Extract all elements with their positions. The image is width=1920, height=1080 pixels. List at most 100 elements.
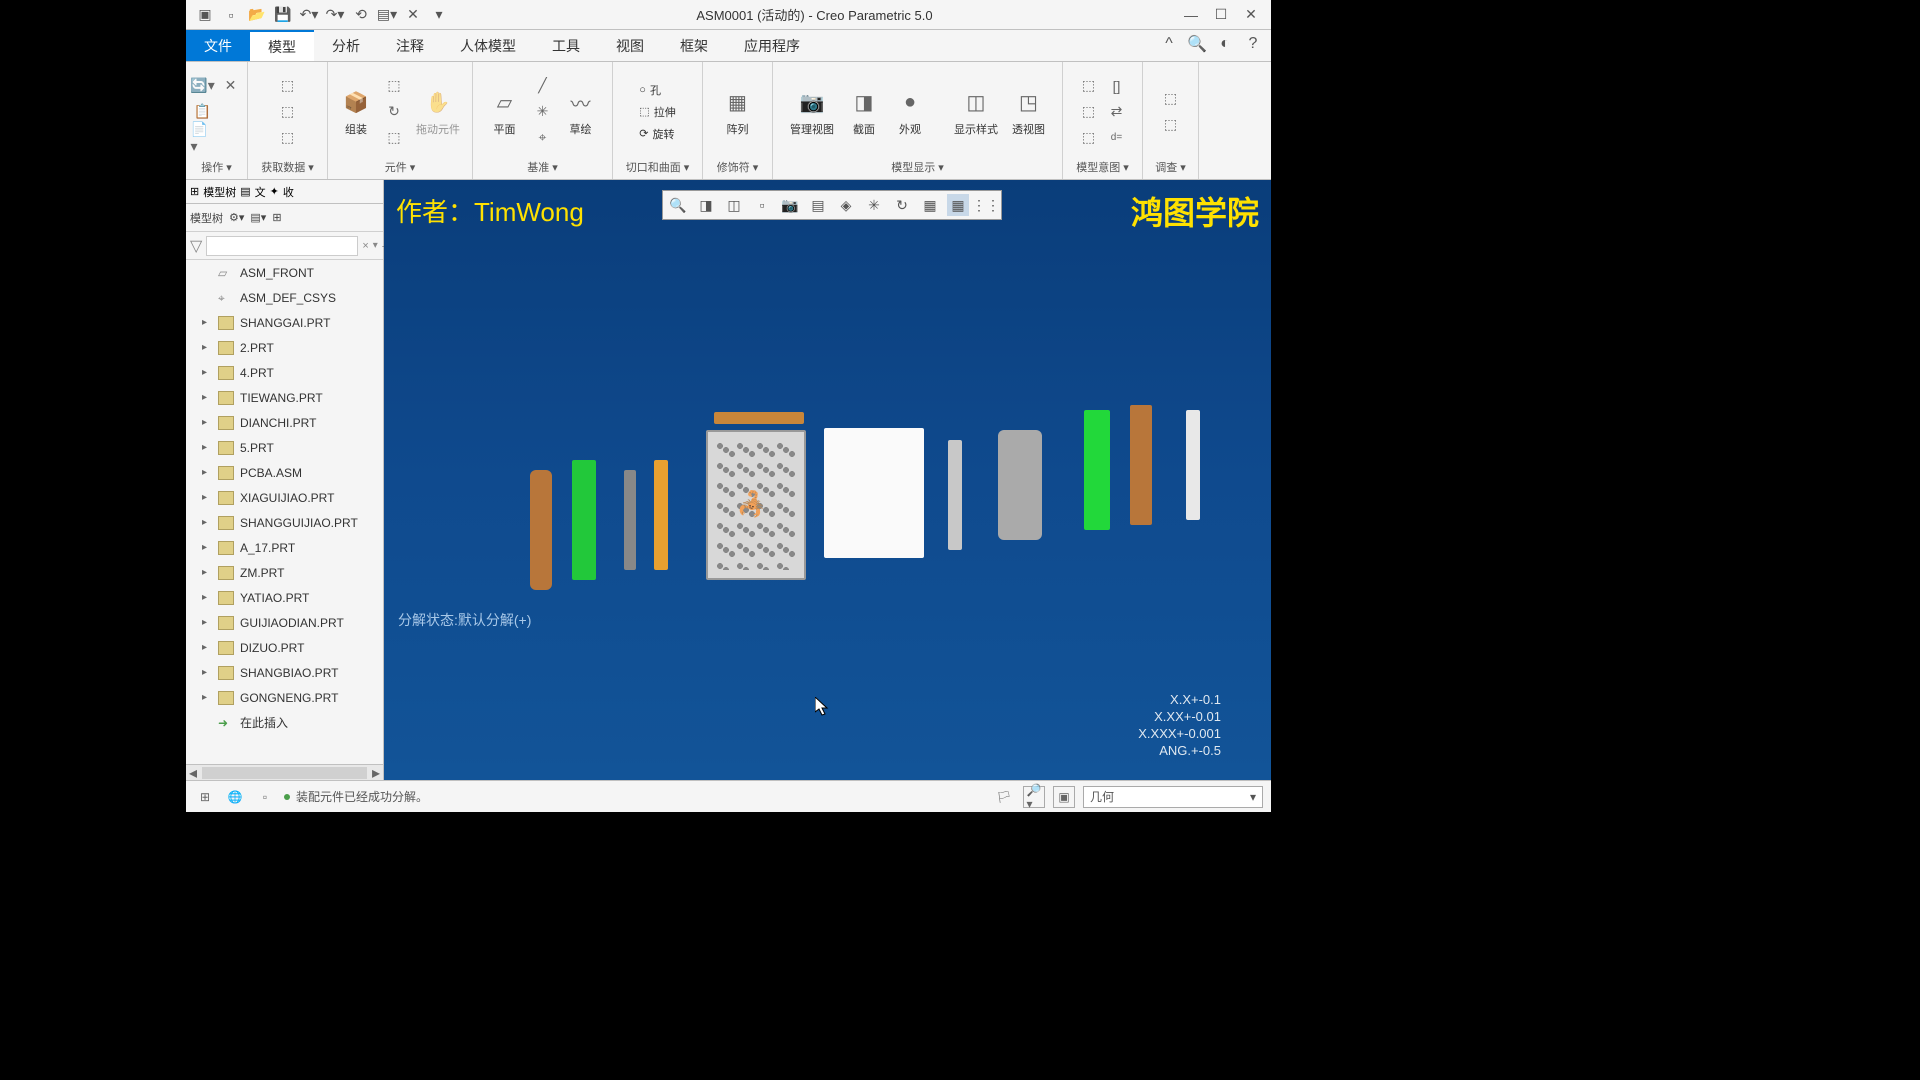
ribbon-group-label[interactable]: 模型意图 ▾ [1076,157,1129,175]
expand-icon[interactable]: ▸ [202,542,212,553]
hole-button[interactable]: ○孔 [639,82,675,98]
section-button[interactable]: ◨ 截面 [844,85,884,139]
tab-analysis[interactable]: 分析 [314,30,378,61]
relation-icon[interactable]: ⬚ [1077,126,1101,150]
tree-item[interactable]: ▸DIANCHI.PRT [186,410,383,435]
ribbon-group-label[interactable]: 元件 ▾ [385,157,416,175]
ribbon-group-label[interactable]: 模型显示 ▾ [891,157,944,175]
tree-hscrollbar[interactable]: ◂ ▸ [186,764,383,780]
learning-icon[interactable]: ◐ [1215,34,1235,54]
tree-item[interactable]: ▸TIEWANG.PRT [186,385,383,410]
expand-icon[interactable]: ▸ [202,492,212,503]
deq-button[interactable]: d= [1105,126,1129,150]
userdef-icon[interactable]: ⬚ [276,74,300,98]
expand-icon[interactable]: ▸ [202,367,212,378]
include-icon[interactable]: ⬚ [382,126,406,150]
tree-item[interactable]: ▸4.PRT [186,360,383,385]
tree-item[interactable]: ▸5.PRT [186,435,383,460]
qat-dropdown-icon[interactable]: ▾ [430,6,448,24]
repaint-icon[interactable]: ◫ [723,194,745,216]
tree-settings-icon[interactable]: ⚙▾ [229,211,244,224]
app-icon[interactable]: ▣ [196,6,214,24]
expand-icon[interactable]: ▸ [202,467,212,478]
tab-frame[interactable]: 框架 [662,30,726,61]
select-icon[interactable]: ▣ [1053,786,1075,808]
expand-icon[interactable]: ▸ [202,317,212,328]
redo-icon[interactable]: ↷▾ [326,6,344,24]
pattern-button[interactable]: ▦ 阵列 [718,85,758,139]
new-icon[interactable]: ▫ [222,6,240,24]
sketch-button[interactable]: 〰 草绘 [561,85,601,139]
windows-icon[interactable]: ▤▾ [378,6,396,24]
tab-annotate[interactable]: 注释 [378,30,442,61]
layers-tab[interactable]: 文 [255,184,266,200]
open-icon[interactable]: 📂 [248,6,266,24]
tree-item[interactable]: ▸ZM.PRT [186,560,383,585]
annot-icon[interactable]: ✳ [863,194,885,216]
tree-tab[interactable]: 模型树 [203,184,236,200]
csys-icon[interactable]: ⌖ [531,126,555,150]
viewport-3d[interactable]: 作者：TimWong 鸿图学院 🔍 ◨ ◫ ▫ 📷 ▤ ◈ ✳ ↻ ▦ ▦ ⋮⋮ [384,180,1271,780]
save-icon[interactable]: 💾 [274,6,292,24]
layer-icon[interactable]: ▤ [807,194,829,216]
tree-item[interactable]: ➜在此插入 [186,710,383,735]
extrude-button[interactable]: ⬚拉伸 [639,104,675,120]
geom-icon[interactable]: ◈ [835,194,857,216]
refit-icon[interactable]: 🔍 [667,194,689,216]
repeat-icon[interactable]: ↻ [382,100,406,124]
tree-item[interactable]: ▸GUIJIAODIAN.PRT [186,610,383,635]
tree-item[interactable]: ▸SHANGGUIJIAO.PRT [186,510,383,535]
expand-icon[interactable]: ▸ [202,617,212,628]
spin-icon[interactable]: ↻ [891,194,913,216]
expand-icon[interactable]: ▸ [202,442,212,453]
tab-model[interactable]: 模型 [250,30,314,61]
saved-view-icon[interactable]: 📷 [779,194,801,216]
star-icon[interactable]: ✦ [270,185,279,198]
find-icon[interactable]: 🔎▾ [1023,786,1045,808]
layers-tab-icon[interactable]: ▤ [240,185,250,198]
tree-item[interactable]: ▸SHANGGAI.PRT [186,310,383,335]
expand-icon[interactable]: ▸ [202,692,212,703]
revolve-button[interactable]: ⟳旋转 [639,126,675,142]
other-tab[interactable]: 收 [283,184,294,200]
tab-file[interactable]: 文件 [186,30,250,61]
tree-item[interactable]: ▸GONGNENG.PRT [186,685,383,710]
paste-icon[interactable]: 📄▾ [191,126,215,150]
manage-view-button[interactable]: 📷 管理视图 [786,85,838,139]
assemble-button[interactable]: 📦 组装 [336,85,376,139]
ribbon-group-label[interactable]: 操作 ▾ [201,157,232,175]
close-button[interactable]: ✕ [1241,5,1261,25]
tree-item[interactable]: ▸2.PRT [186,335,383,360]
help-icon[interactable]: ? [1243,34,1263,54]
tab-app[interactable]: 应用程序 [726,30,818,61]
expand-icon[interactable]: ▸ [202,342,212,353]
tree-tab-icon[interactable]: ⊞ [190,185,199,198]
param-icon[interactable]: ⬚ [1077,100,1101,124]
expand-icon[interactable]: ▸ [202,642,212,653]
ribbon-group-label[interactable]: 调查 ▾ [1155,157,1186,175]
ribbon-group-label[interactable]: 切口和曲面 ▾ [626,157,690,175]
ribbon-group-label[interactable]: 修饰符 ▾ [717,157,759,175]
delete-icon[interactable]: ✕ [219,74,243,98]
zoom-icon[interactable]: ◨ [695,194,717,216]
tree-expand-icon[interactable]: ⊞ [272,211,281,224]
reference-icon[interactable]: ⬚ [1159,87,1183,111]
tab-manikin[interactable]: 人体模型 [442,30,534,61]
message-icon[interactable]: ▫ [254,786,276,808]
browser-icon[interactable]: 🌐 [224,786,246,808]
shrinkwrap-icon[interactable]: ⬚ [276,126,300,150]
maximize-button[interactable]: ☐ [1211,5,1231,25]
display-style-button[interactable]: ◫ 显示样式 [950,85,1002,139]
filter-icon[interactable]: ▽ [190,236,202,256]
tree-item[interactable]: ▸PCBA.ASM [186,460,383,485]
expand-icon[interactable]: ▸ [202,417,212,428]
expand-icon[interactable]: ▸ [202,567,212,578]
axis-icon[interactable]: ╱ [531,74,555,98]
tree-item[interactable]: ▸DIZUO.PRT [186,635,383,660]
switch-icon[interactable]: ⇄ [1105,100,1129,124]
regen-icon[interactable]: ⟲ [352,6,370,24]
publish-icon[interactable]: ⬚ [1077,74,1101,98]
create-icon[interactable]: ⬚ [382,74,406,98]
minimize-button[interactable]: — [1181,5,1201,25]
tree-item[interactable]: ▸SHANGBIAO.PRT [186,660,383,685]
